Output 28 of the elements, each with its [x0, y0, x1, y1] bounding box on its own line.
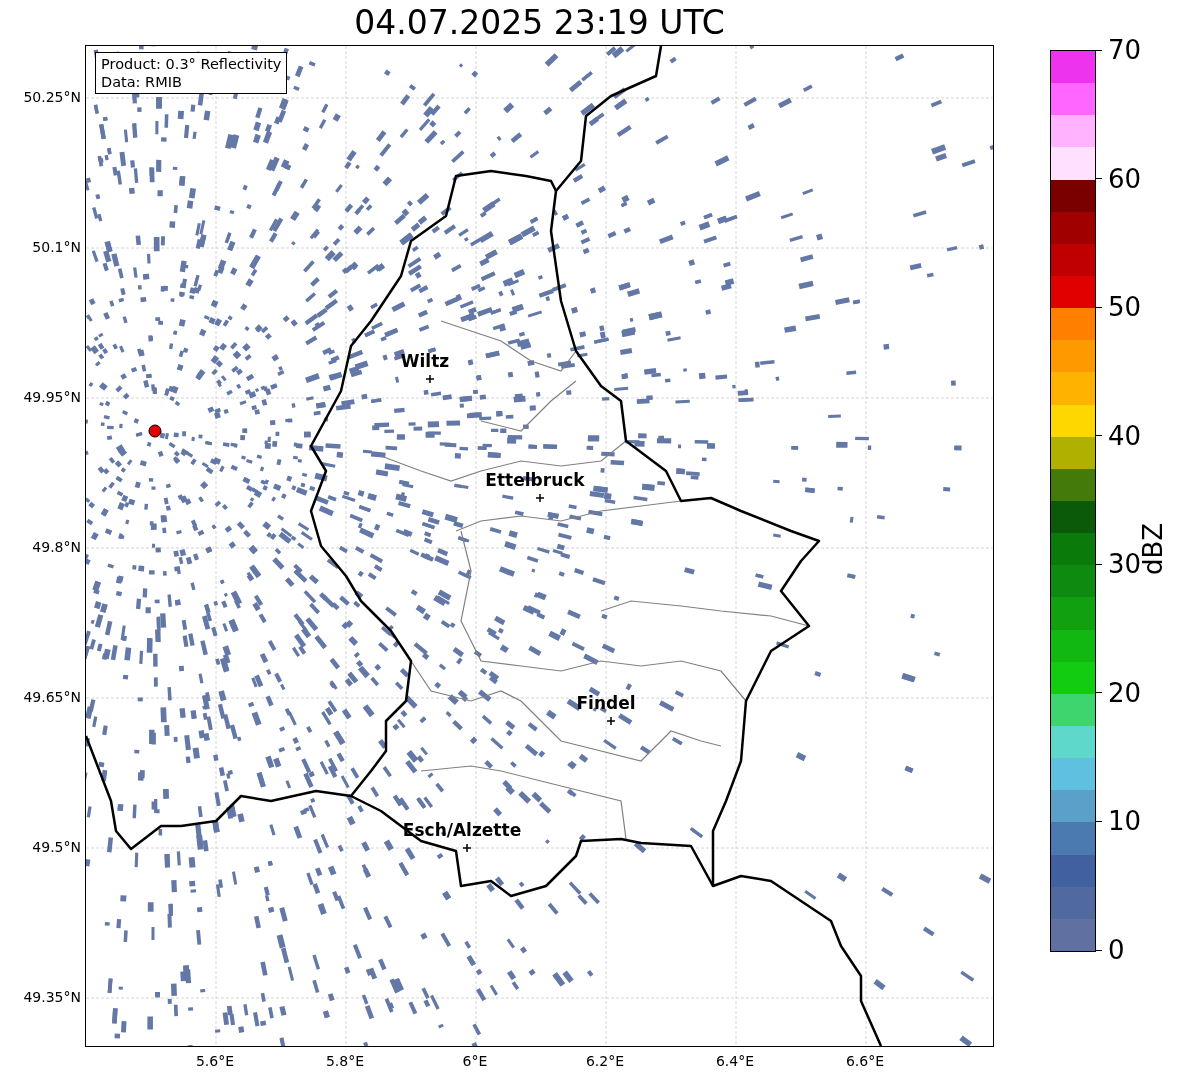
tick-label: 50.1°N: [32, 239, 81, 255]
tick-label: 50.25°N: [23, 89, 81, 105]
tick-label: 30: [1108, 549, 1142, 580]
tick-label: 49.5°N: [32, 839, 81, 855]
city-label: Wiltz: [400, 351, 450, 371]
info-text: Data: RMIB: [101, 73, 183, 91]
tick-label: 49.8°N: [32, 539, 81, 555]
tick-label: 0: [1108, 935, 1125, 965]
tick-label: 6.2°E: [585, 1053, 625, 1069]
info-text: Product: 0.3° Reflectivity: [101, 55, 282, 73]
city-label: Ettelbruck: [485, 470, 585, 490]
tick-label: 5.8°E: [325, 1053, 365, 1069]
city-label: Esch/Alzette: [402, 820, 522, 840]
tick-label: 20: [1108, 677, 1142, 708]
tick-label: 49.65°N: [23, 689, 81, 705]
tick-label: 6.6°E: [845, 1053, 885, 1069]
tick-label: 6.4°E: [715, 1053, 755, 1069]
tick-label: 49.35°N: [23, 989, 81, 1005]
tick-label: 10: [1108, 806, 1142, 837]
tick-label: 70: [1108, 35, 1142, 65]
tick-label: 5.6°E: [195, 1053, 235, 1069]
tick-label: 60: [1108, 163, 1142, 194]
tick-label: 50: [1108, 292, 1142, 323]
tick-label: 6°E: [462, 1053, 488, 1069]
city-label: Findel: [576, 693, 636, 713]
chart-title: 04.07.2025 23:19 UTC: [353, 2, 726, 44]
tick-label: 49.95°N: [23, 389, 81, 405]
tick-label: 40: [1108, 420, 1142, 451]
